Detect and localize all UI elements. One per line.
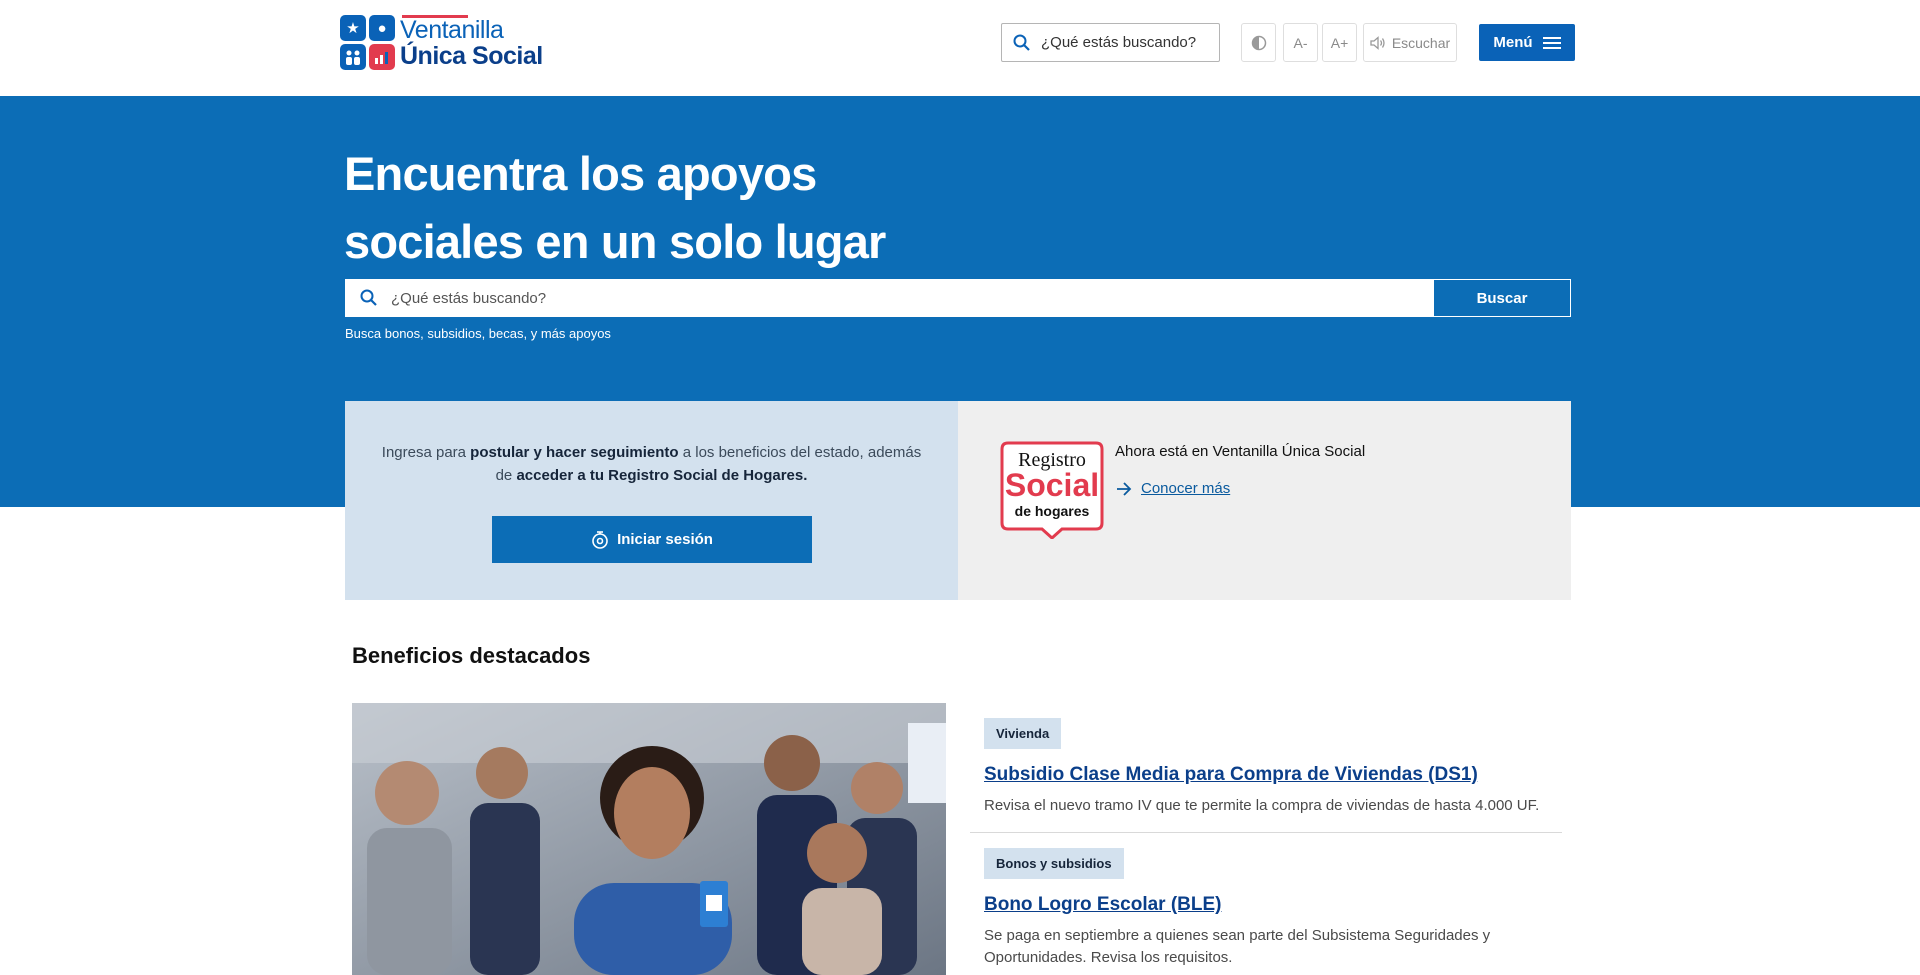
search-icon [1013, 34, 1030, 51]
person-tile-icon: ● [369, 15, 395, 41]
hero-search-hint: Busca bonos, subsidios, becas, y más apo… [345, 326, 611, 341]
logo-line-2: Única Social [400, 42, 543, 70]
header-search-input[interactable]: ¿Qué estás buscando? [1001, 23, 1220, 62]
conocer-mas-link[interactable]: Conocer más [1115, 480, 1230, 497]
login-card-text: Ingresa para postular y hacer seguimient… [375, 441, 928, 487]
logo-wordmark: Ventanilla Única Social [400, 17, 543, 69]
site-logo[interactable]: ★ ● Ventanilla Única Social [340, 15, 545, 70]
login-text-bold-1: postular y hacer seguimiento [470, 444, 679, 461]
rsh-logo-line-2: Social [1005, 467, 1099, 503]
hero-search-placeholder: ¿Qué estás buscando? [391, 289, 547, 307]
star-tile-icon: ★ [340, 15, 366, 41]
benefit-item: Vivienda Subsidio Clase Media para Compr… [970, 703, 1562, 832]
font-decrease-button[interactable]: A- [1283, 23, 1318, 62]
header-search-placeholder: ¿Qué estás buscando? [1041, 34, 1197, 51]
hero-search-button[interactable]: Buscar [1433, 279, 1571, 317]
login-card: Ingresa para postular y hacer seguimient… [345, 401, 958, 600]
registro-social-logo: Registro Social de hogares [996, 439, 1108, 541]
login-button[interactable]: Iniciar sesión [492, 516, 812, 563]
rsh-card: Registro Social de hogares Ahora está en… [958, 401, 1571, 600]
logo-line-1: Ventanilla [400, 16, 504, 44]
contrast-icon [1251, 35, 1266, 50]
listen-button[interactable]: Escuchar [1363, 23, 1457, 62]
logo-tiles: ★ ● [340, 15, 396, 70]
benefit-title-link[interactable]: Bono Logro Escolar (BLE) [984, 894, 1548, 916]
search-icon [360, 289, 377, 306]
benefits-list: Vivienda Subsidio Clase Media para Compr… [970, 703, 1562, 975]
hero-search-bar: ¿Qué estás buscando? Buscar [345, 279, 1571, 317]
login-text-bold-2: acceder a tu Registro Social de Hogares. [516, 467, 808, 484]
hero-title-line-2: sociales en un solo lugar [344, 215, 886, 268]
contrast-button[interactable] [1241, 23, 1276, 62]
benefit-title-link[interactable]: Subsidio Clase Media para Compra de Vivi… [984, 764, 1548, 786]
benefit-description: Se paga en septiembre a quienes sean par… [984, 927, 1491, 966]
hero-title: Encuentra los apoyos sociales en un solo… [344, 140, 904, 276]
rsh-logo-line-3: de hogares [1015, 503, 1090, 519]
arrow-right-icon [1117, 481, 1132, 496]
benefit-tag[interactable]: Vivienda [984, 718, 1062, 749]
login-text-part-1: Ingresa para [381, 444, 471, 461]
featured-benefit-photo [352, 703, 946, 975]
rsh-card-title: Ahora está en Ventanilla Única Social [1115, 443, 1366, 460]
font-increase-button[interactable]: A+ [1322, 23, 1357, 62]
benefit-item: Bonos y subsidios Bono Logro Escolar (BL… [970, 832, 1562, 975]
hamburger-icon [1542, 36, 1561, 49]
listen-label: Escuchar [1391, 34, 1451, 51]
section-title-benefits: Beneficios destacados [352, 643, 591, 668]
hero-search-input[interactable]: ¿Qué estás buscando? [345, 279, 1433, 317]
chart-tile-icon [369, 44, 395, 70]
login-button-label: Iniciar sesión [617, 531, 713, 548]
conocer-mas-label: Conocer más [1141, 480, 1231, 497]
menu-label: Menú [1493, 34, 1533, 51]
hero-title-line-1: Encuentra los apoyos [344, 147, 817, 200]
site-header: ★ ● Ventanilla Única Social ¿Qué estás b… [0, 0, 1920, 96]
menu-button[interactable]: Menú [1479, 24, 1575, 61]
family-tile-icon [340, 44, 366, 70]
speaker-icon [1370, 35, 1385, 50]
clave-unica-icon [592, 530, 608, 549]
benefit-tag[interactable]: Bonos y subsidios [984, 848, 1124, 879]
benefit-description: Revisa el nuevo tramo IV que te permite … [984, 797, 1540, 814]
